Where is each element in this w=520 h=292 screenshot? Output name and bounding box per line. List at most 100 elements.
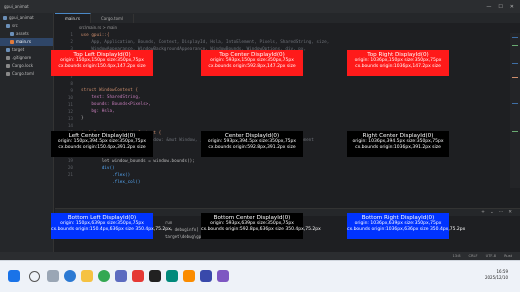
tree-item-cargo-toml[interactable]: Cargo.toml [0,70,53,78]
search-icon[interactable] [29,271,40,282]
code-line: .flex() [81,173,131,178]
window-center[interactable]: Center DisplayId(0) origin: 593px,394.5p… [201,131,303,157]
line-number: 20 [67,166,73,171]
taskbar: 16:59 2025/12/10 [0,260,520,292]
window-bounds: cx.bounds origin:592.8px,391.2px size [208,144,296,150]
code-line: use gpui::{ [81,33,110,38]
close-panel-icon[interactable]: ✕ [508,210,512,215]
window-bounds: cx.bounds origin:150.4px,391.2px size [58,144,146,150]
tree-item-src[interactable]: src [0,22,53,30]
status-bar: 13:8 CRLF UTF-8 Rust [0,252,520,260]
tree-item-assets[interactable]: assets [0,30,53,38]
window-origin: origin: 1036px,150px size:350px,75px [354,58,442,64]
window-bounds: cx.bounds origin:1036px,636px size 350.4… [347,226,466,232]
window-bounds: cx.bounds origin:592.8px,147.2px size [208,63,296,69]
window-origin: origin: 150px,394.5px size:350px,75px [57,139,147,145]
code-line: let window_bounds = window.bounds(); [81,159,195,164]
chrome-icon[interactable] [98,270,110,282]
editor-scrollbar[interactable] [510,33,520,188]
close-button[interactable]: ✕ [510,4,514,10]
code-line: .flex_col() [81,180,141,185]
code-line: App, Application, Bounds, Context, Displ… [81,40,330,45]
start-icon[interactable] [8,270,20,282]
window-bounds: cx.bounds origin:150.4px,636px size 350.… [51,226,171,232]
line-number: 21 [67,173,73,178]
file-explorer-icon[interactable] [81,270,93,282]
line-number: 12 [67,110,73,115]
file-icon [6,56,10,60]
title-bar: gpui_animat — ☐ ✕ [0,0,520,13]
terminal-line: run [165,220,173,225]
line-number: 19 [67,159,73,164]
chevron-down-icon[interactable]: ⌄ [490,210,494,215]
code-line: } [81,116,84,121]
language-mode[interactable]: Rust [504,254,512,258]
window-top-left[interactable]: Top Left DisplayId(0) origin: 150px,150p… [51,50,153,76]
app-icon[interactable] [115,270,127,282]
app-icon[interactable] [166,270,178,282]
code-line: bg: Hsla, [81,109,115,114]
folder-icon [10,32,14,36]
maximize-button[interactable]: ☐ [498,4,502,10]
minimize-button[interactable]: — [486,4,491,10]
window-left-center[interactable]: Left Center DisplayId(0) origin: 150px,3… [51,131,153,157]
tree-item-gitignore[interactable]: .gitignore [0,54,53,62]
window-origin: origin: 150px,639px size:350px,75px [60,221,144,227]
app-icon[interactable] [217,270,229,282]
tree-item-cargo-lock[interactable]: Cargo.lock [0,62,53,70]
tab-cargo-toml[interactable]: Cargo.toml [91,14,135,23]
file-icon [6,64,10,68]
line-number: 1 [70,33,73,38]
window-right-center[interactable]: Right Center DisplayId(0) origin: 1036px… [347,131,449,157]
file-encoding[interactable]: UTF-8 [486,254,496,258]
folder-icon [6,48,10,52]
code-line: bounds: Bounds<Pixels>, [81,102,151,107]
folder-icon [3,16,7,20]
file-icon [6,72,10,76]
line-number: 9 [70,89,73,94]
window-origin: origin: 1036px,639px size:350px,75px [354,221,442,227]
window-bottom-right[interactable]: Bottom Right DisplayId(0) origin: 1036px… [347,213,466,239]
tree-item-target[interactable]: target [0,46,53,54]
more-icon[interactable]: ⋯ [499,210,504,215]
line-number: 10 [67,96,73,101]
project-tree: gpui_animat src assets main.rs target .g… [0,13,54,260]
cursor-position[interactable]: 13:8 [452,254,460,258]
line-number: 11 [67,103,73,108]
system-clock[interactable]: 16:59 2025/12/10 [485,269,508,281]
line-ending[interactable]: CRLF [469,254,478,258]
code-line: struct WindowContext { [81,88,138,93]
add-terminal-icon[interactable]: + [481,210,485,215]
window-controls: — ☐ ✕ [486,4,514,10]
window-bounds: cx.bounds origin:150.4px,147.2px size [58,63,146,69]
terminal-app-icon[interactable] [149,270,161,282]
breadcrumb[interactable]: src\main.rs > main [55,23,520,32]
line-number: 8 [70,82,73,87]
tab-main-rs[interactable]: main.rs [55,13,91,23]
window-origin: origin: 150px,150px size:350px,75px [60,58,144,64]
tree-item-main-rs[interactable]: main.rs [0,38,53,46]
window-bottom-left[interactable]: Bottom Left DisplayId(0) origin: 150px,6… [51,213,171,239]
window-bottom-center[interactable]: Bottom Center DisplayId(0) origin: 593px… [201,213,321,239]
browser-icon[interactable] [64,270,76,282]
window-top-center[interactable]: Top Center DisplayId(0) origin: 593px,15… [201,50,303,76]
ide-icon[interactable] [200,270,212,282]
window-bounds: cx.bounds origin:592.8px,636px size 350.… [201,226,321,232]
window-origin: origin: 1036px,394.5px size:350px,75px [352,139,444,145]
line-number: 14 [67,124,73,129]
tree-item-root[interactable]: gpui_animat [0,14,53,22]
code-line: div() [81,166,115,171]
editor-tabs: main.rs Cargo.toml [55,13,520,23]
window-origin: origin: 593px,639px size:350px,75px [210,221,294,227]
window-top-right[interactable]: Top Right DisplayId(0) origin: 1036px,15… [347,50,449,76]
rust-file-icon [10,40,14,44]
app-icon[interactable] [183,270,195,282]
folder-icon [6,24,10,28]
task-view-icon[interactable] [47,270,59,282]
app-icon[interactable] [132,270,144,282]
line-number: 2 [70,40,73,45]
code-line: text: SharedString, [81,95,141,100]
line-number: 13 [67,117,73,122]
window-origin: origin: 593px,150px size:350px,75px [210,58,294,64]
clock-date: 2025/12/10 [484,275,508,280]
